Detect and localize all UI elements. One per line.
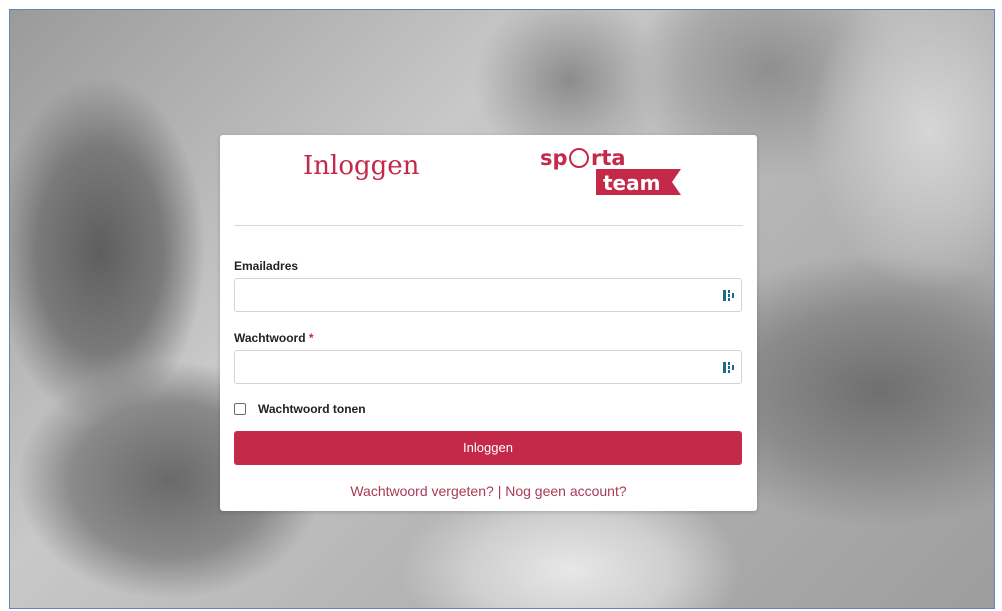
password-label: Wachtwoord * bbox=[234, 331, 314, 345]
login-card: Inloggen sp rta team Emailadres Wachtwoo… bbox=[220, 135, 757, 511]
account-links: Wachtwoord vergeten? | Nog geen account? bbox=[220, 483, 757, 499]
header-divider bbox=[234, 225, 743, 226]
svg-text:rta: rta bbox=[591, 146, 626, 170]
password-input[interactable] bbox=[241, 351, 715, 385]
email-field[interactable] bbox=[234, 278, 742, 313]
password-field[interactable] bbox=[234, 350, 742, 385]
sporta-team-logo: sp rta team bbox=[540, 146, 681, 195]
link-separator: | bbox=[497, 483, 502, 499]
page-frame: Inloggen sp rta team Emailadres Wachtwoo… bbox=[9, 9, 995, 609]
email-input[interactable] bbox=[241, 279, 715, 313]
show-password-label: Wachtwoord tonen bbox=[258, 402, 366, 416]
password-manager-icon[interactable] bbox=[723, 361, 735, 374]
email-label: Emailadres bbox=[234, 259, 299, 273]
register-link[interactable]: Nog geen account? bbox=[505, 483, 626, 499]
login-button[interactable]: Inloggen bbox=[234, 431, 742, 465]
show-password-toggle[interactable]: Wachtwoord tonen bbox=[234, 401, 366, 417]
svg-text:team: team bbox=[603, 171, 660, 195]
page-title: Inloggen bbox=[303, 151, 420, 181]
forgot-password-link[interactable]: Wachtwoord vergeten? bbox=[350, 483, 493, 499]
password-manager-icon[interactable] bbox=[723, 289, 735, 302]
svg-text:sp: sp bbox=[540, 146, 568, 170]
checkbox-icon[interactable] bbox=[234, 403, 246, 415]
required-marker: * bbox=[308, 331, 314, 345]
